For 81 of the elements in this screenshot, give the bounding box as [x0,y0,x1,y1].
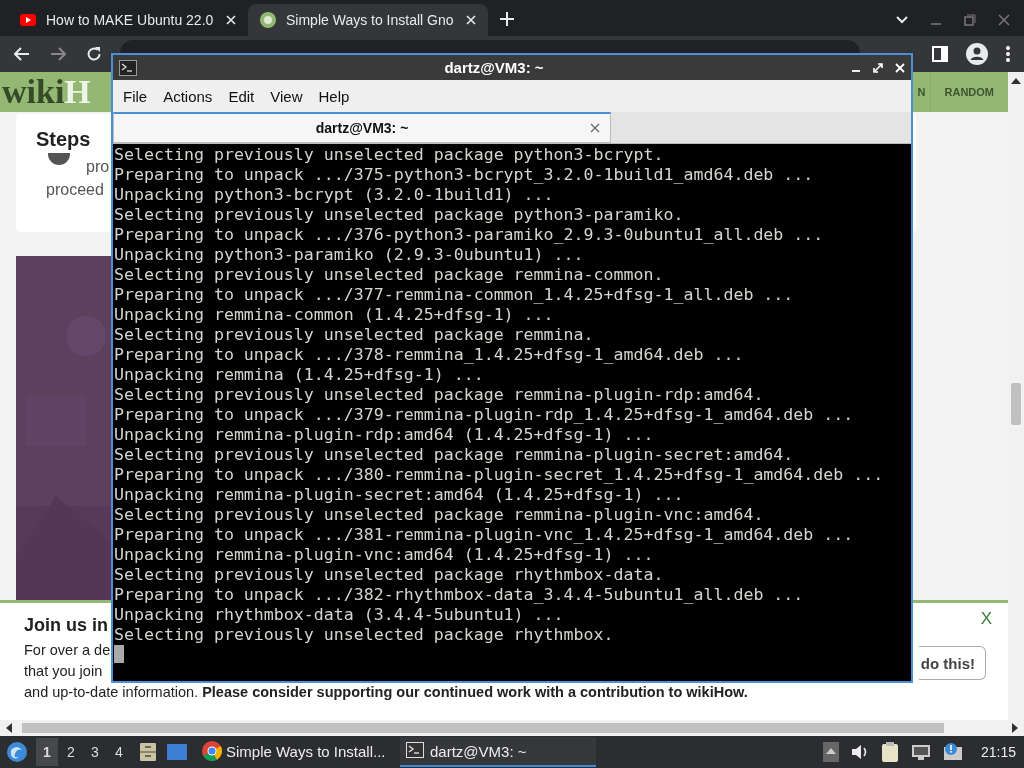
output-line: Unpacking remmina-plugin-rdp:amd64 (1.4.25+dfsg-1) ... [114,425,655,445]
volume-icon[interactable] [850,744,869,760]
scrollbar-thumb[interactable] [1011,383,1021,425]
output-line: Preparing to unpack .../381-remmina-plugin-vnc_1.4.25+dfsg-1_amd64.deb ... [114,525,855,545]
window-title: dartz@VM3: ~ [443,59,545,76]
left-arrow-icon[interactable] [6,723,12,733]
menu-item[interactable]: File [115,87,156,105]
menu-item[interactable]: Help [310,87,358,105]
start-menu-icon[interactable] [6,741,28,763]
output-line: Selecting previously unselected package rhythmbox-data. [114,565,665,585]
output-line: Unpacking remmina-plugin-secret:amd64 (1.4.25+dfsg-1) ... [114,485,685,505]
output-line: Preparing to unpack .../382-rhythmbox-data_3.4.4-5ubuntu1_all.deb ... [114,585,805,605]
output-line: Selecting previously unselected package remmina. [114,325,595,345]
output-line: Selecting previously unselected package python3-paramiko. [114,205,685,225]
workspace-button[interactable]: 2 [60,738,82,766]
donate-button[interactable]: do this! [918,646,986,680]
window-icon[interactable] [166,743,188,761]
network-icon[interactable] [910,743,931,761]
menu-item[interactable]: View [262,87,311,105]
banner-text: For over a de [24,641,111,660]
new-tab-icon[interactable] [500,12,514,26]
banner-text: and up-to-date information. Please consider supporting our continued work with a contribution to wikiHow. [24,683,748,702]
section-heading: Steps [36,128,91,151]
output-line: Selecting previously unselected package remmina-plugin-rdp:amd64. [114,385,765,405]
step-text: proceed [46,181,104,199]
terminal-icon [119,59,137,76]
file-cabinet-icon[interactable] [138,742,158,762]
clipboard-icon[interactable] [880,742,899,762]
chrome-logo-icon [202,741,222,761]
output-line: Unpacking remmina-plugin-vnc:amd64 (1.4.25+dfsg-1) ... [114,545,655,565]
favicon-icon [260,12,276,28]
workspace-button[interactable]: 3 [84,738,106,766]
reload-icon[interactable] [86,46,102,62]
output-line: Unpacking rhythmbox-data (3.4.4-5ubuntu1) ... [114,605,565,625]
output-line: Unpacking python3-paramiko (2.9.3-0ubuntu1) ... [114,245,585,265]
right-arrow-icon[interactable] [1012,723,1018,733]
output-line: Preparing to unpack .../376-python3-paramiko_2.9.3-0ubuntu1_all.deb ... [114,225,825,245]
horizontal-scrollbar[interactable] [0,720,1024,736]
taskbar-task[interactable]: dartz@VM3: ~ [400,737,596,767]
text-cursor [114,645,124,663]
output-line: Preparing to unpack .../380-remmina-plugin-secret_1.4.25+dfsg-1_amd64.deb ... [114,465,885,485]
maximize-icon[interactable] [873,62,883,73]
play-logo-icon [20,12,36,28]
browser-tab[interactable]: How to MAKE Ubuntu 22.0 [8,4,248,36]
output-line: Unpacking remmina (1.4.25+dfsg-1) ... [114,365,485,385]
forward-arrow-icon [50,47,66,61]
output-line: Preparing to unpack .../377-remmina-common_1.4.25+dfsg-1_all.deb ... [114,285,795,305]
output-line: Selecting previously unselected package remmina-plugin-secret:amd64. [114,445,795,465]
output-line: Selecting previously unselected package remmina-common. [114,265,665,285]
output-line: Selecting previously unselected package python3-bcrypt. [114,145,665,165]
browser-tab[interactable]: Simple Ways to Install Gno [248,4,488,36]
restore-icon[interactable] [964,14,976,26]
step-text: pro [86,158,110,176]
terminal-tab[interactable]: dartz@VM3: ~ [113,112,611,143]
workspace-button[interactable]: 4 [108,738,130,766]
output-line: Preparing to unpack .../379-remmina-plugin-rdp_1.4.25+dfsg-1_amd64.deb ... [114,405,855,425]
profile-icon[interactable] [966,43,988,65]
output-line: Selecting previously unselected package remmina-plugin-vnc:amd64. [114,505,765,525]
menu-dots-icon[interactable] [1006,46,1010,62]
nav-link[interactable]: N [917,72,930,112]
close-button[interactable]: X [980,609,992,629]
back-arrow-icon[interactable] [14,47,30,61]
banner-title: Join us in [24,615,108,636]
chevron-down-icon[interactable] [896,16,908,24]
output-line: Selecting previously unselected package rhythmbox. [114,625,615,645]
output-line: Preparing to unpack .../378-remmina_1.4.25+dfsg-1_amd64.deb ... [114,345,745,365]
side-panel-icon[interactable] [932,46,948,62]
workspace-button[interactable]: 1 [36,738,58,766]
output-line: Unpacking python3-bcrypt (3.2.0-1build1) ... [114,185,555,205]
up-arrow-icon[interactable] [1011,78,1021,84]
taskbar-task[interactable]: Simple Ways to Install... [196,737,392,767]
terminal-icon [406,741,426,761]
scrollbar-thumb[interactable] [22,723,944,733]
banner-text: that you join [24,662,103,681]
output-line: Unpacking remmina-common (1.4.25+dfsg-1) ... [114,305,555,325]
output-line: Preparing to unpack .../375-python3-bcrypt_3.2.0-1build1_amd64.deb ... [114,165,815,185]
notification-icon[interactable] [942,743,963,761]
clock: 21:15 [980,744,1016,760]
menu-item[interactable]: Edit [220,87,263,105]
menu-item[interactable]: Actions [155,87,221,105]
site-logo[interactable]: wikiH [0,73,91,111]
